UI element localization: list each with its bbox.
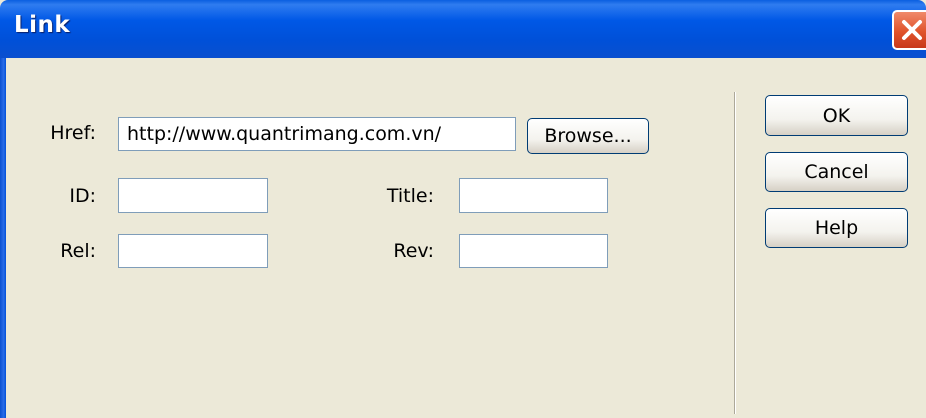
window-frame-left <box>0 58 6 418</box>
ok-button[interactable]: OK <box>765 95 908 136</box>
dialog-title: Link <box>14 12 71 38</box>
vertical-divider <box>734 92 736 414</box>
link-dialog: Link Href: Browse... ID: Title: Rel: Rev… <box>0 0 926 418</box>
close-button[interactable] <box>892 10 926 50</box>
id-input[interactable] <box>118 178 268 213</box>
href-input[interactable] <box>118 117 516 151</box>
browse-button[interactable]: Browse... <box>527 118 649 154</box>
rel-label: Rel: <box>60 240 96 262</box>
title-bar[interactable]: Link <box>0 0 926 58</box>
title-input[interactable] <box>459 178 608 213</box>
rev-input[interactable] <box>459 234 608 268</box>
title-label: Title: <box>386 185 434 207</box>
href-label: Href: <box>50 122 96 144</box>
rel-input[interactable] <box>118 234 268 268</box>
close-icon <box>902 20 922 40</box>
id-label: ID: <box>69 185 96 207</box>
rev-label: Rev: <box>393 240 434 262</box>
help-button[interactable]: Help <box>765 208 908 248</box>
cancel-button[interactable]: Cancel <box>765 152 908 192</box>
